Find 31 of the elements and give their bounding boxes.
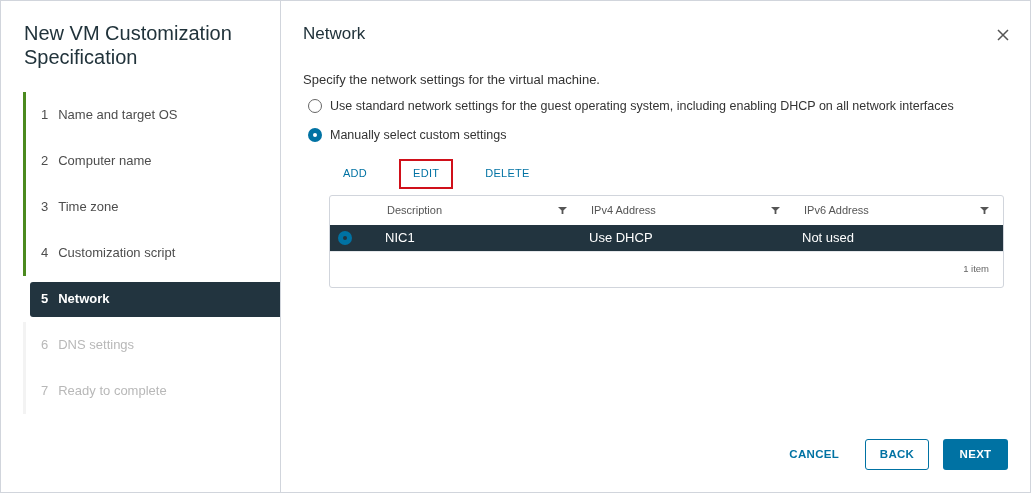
option-label[interactable]: Manually select custom settings: [330, 125, 507, 145]
wizard-step[interactable]: 2 Computer name: [26, 151, 280, 171]
radio-button[interactable]: [338, 230, 352, 245]
table-row[interactable]: NIC1 Use DHCP Not used: [330, 224, 1003, 251]
table-cell: Use DHCP: [589, 229, 653, 245]
close-icon[interactable]: [996, 28, 1010, 42]
radio-button[interactable]: [308, 128, 322, 143]
wizard-title: New VM Customization Specification: [23, 21, 233, 69]
option-label[interactable]: Use standard network settings for the guest operating system, including enabling DHCP on all network interfaces: [330, 97, 954, 116]
toolbar-button[interactable]: DELETE: [471, 158, 544, 189]
toolbar-button[interactable]: ADD: [329, 158, 382, 189]
wizard-step[interactable]: 4 Customization script: [26, 243, 280, 263]
item-count: 1 item: [963, 261, 989, 276]
column-header: Description: [387, 202, 443, 218]
page-title: Network: [303, 23, 366, 45]
description-text: Specify the network settings for the virtual machine.: [303, 70, 601, 89]
wizard-step[interactable]: 5 Network: [30, 281, 280, 317]
filter-icon[interactable]: [558, 205, 567, 215]
filter-icon[interactable]: [771, 205, 780, 215]
table-cell: Not used: [802, 229, 855, 245]
column-header: IPv4 Address: [591, 202, 656, 218]
footer-button[interactable]: BACK: [865, 439, 929, 470]
footer-button[interactable]: CANCEL: [777, 439, 851, 470]
wizard-step[interactable]: 3 Time zone: [26, 197, 280, 217]
toolbar-button[interactable]: EDIT: [399, 158, 454, 189]
radio-button[interactable]: [308, 99, 322, 114]
footer-button[interactable]: NEXT: [943, 439, 1008, 470]
wizard-step[interactable]: 1 Name and target OS: [26, 105, 280, 125]
column-header: IPv6 Address: [804, 202, 869, 218]
filter-icon[interactable]: [980, 205, 989, 215]
table-cell: NIC1: [385, 229, 415, 245]
